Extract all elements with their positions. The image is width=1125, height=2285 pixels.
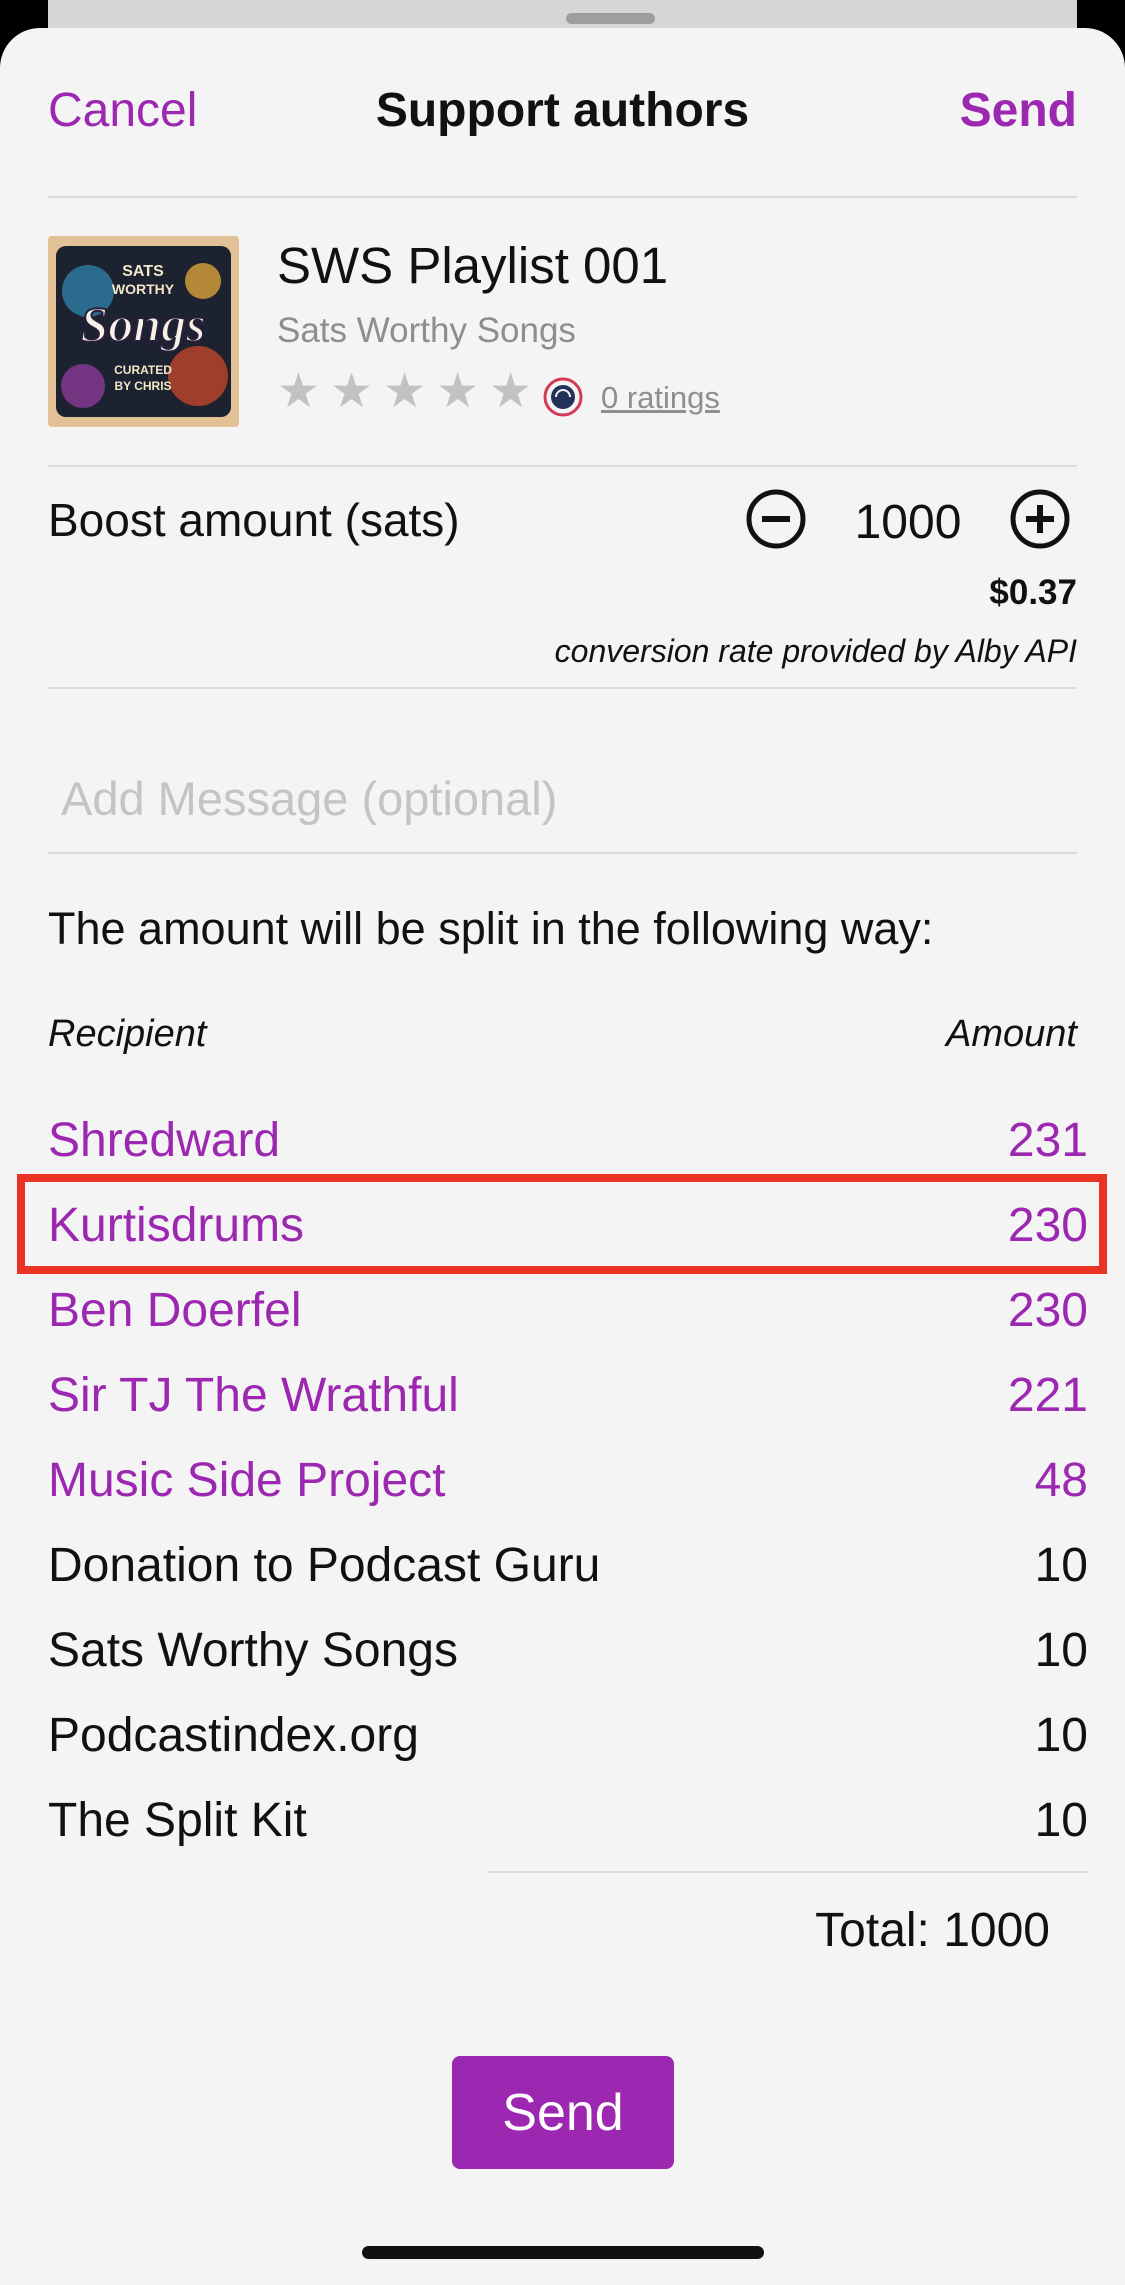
boost-amount-label: Boost amount (sats) [48,494,460,546]
recipient-amount: 231 [1007,1114,1088,1167]
divider [48,465,1077,467]
minus-circle-icon [746,489,806,549]
artwork-text-line1: SATS [122,263,164,280]
split-description: The amount will be split in the followin… [48,903,934,954]
recipient-name[interactable]: Ben Doerfel [48,1283,301,1338]
plus-circle-icon [1010,489,1070,549]
artwork-text-line3: Songs [80,296,205,352]
divider [48,196,1077,198]
recipient-amount: 10 [1034,1539,1088,1592]
star-icon[interactable]: ★ [383,368,426,416]
recipient-name[interactable]: Music Side Project [48,1453,445,1508]
recipient-name: The Split Kit [48,1794,307,1847]
recipient-name[interactable]: Sir TJ The Wrathful [48,1368,459,1423]
podcastindex-icon [543,377,583,417]
divider [48,687,1077,689]
split-row: Donation to Podcast Guru 10 [48,1538,1088,1608]
podcast-title: SWS Playlist 001 [277,237,669,294]
fiat-value: $0.37 [989,573,1077,612]
page-title: Support authors [375,84,750,137]
split-total: Total: 1000 [815,1904,1050,1957]
ratings-link[interactable]: 0 ratings [601,380,720,416]
recipient-name[interactable]: Shredward [48,1113,280,1168]
artwork-image: SATS WORTHY Songs CURATED BY CHRIS [48,236,239,427]
recipient-amount: 48 [1034,1454,1088,1507]
conversion-rate-note: conversion rate provided by Alby API [554,633,1077,669]
split-row: Sats Worthy Songs 10 [48,1623,1088,1693]
sheet-grabber[interactable] [566,13,655,24]
highlight-box [17,1174,1107,1274]
divider [48,852,1077,854]
recipient-name: Podcastindex.org [48,1709,419,1762]
home-indicator[interactable] [362,2246,764,2259]
recipient-amount: 10 [1034,1709,1088,1762]
recipient-amount: 221 [1007,1369,1088,1422]
split-row: The Split Kit 10 [48,1793,1088,1863]
recipient-amount: 230 [1007,1284,1088,1337]
increase-amount-button[interactable] [1009,488,1071,550]
support-authors-sheet: Cancel Support authors Send SATS WORTHY … [0,28,1125,2285]
artwork-text-line2: WORTHY [112,281,175,297]
podcast-author: Sats Worthy Songs [277,311,576,350]
split-row[interactable]: Shredward 231 [48,1113,1088,1183]
split-row[interactable]: Sir TJ The Wrathful 221 [48,1368,1088,1438]
star-icon[interactable]: ★ [436,368,479,416]
split-row[interactable]: Music Side Project 48 [48,1453,1088,1523]
split-row: Podcastindex.org 10 [48,1708,1088,1778]
column-header-amount: Amount [946,1013,1077,1055]
star-icon[interactable]: ★ [277,368,320,416]
star-rating[interactable]: ★ ★ ★ ★ ★ [277,368,532,416]
send-button[interactable]: Send [452,2056,674,2169]
star-icon[interactable]: ★ [330,368,373,416]
podcast-artwork: SATS WORTHY Songs CURATED BY CHRIS [48,236,239,427]
column-header-recipient: Recipient [48,1013,207,1055]
recipient-amount: 10 [1034,1794,1088,1847]
recipient-amount: 10 [1034,1624,1088,1677]
star-icon[interactable]: ★ [489,368,532,416]
split-row[interactable]: Ben Doerfel 230 [48,1283,1088,1353]
artwork-text-line5: BY CHRIS [114,379,171,393]
message-input[interactable] [48,748,1077,848]
recipient-name: Sats Worthy Songs [48,1624,458,1677]
total-divider [488,1871,1088,1873]
boost-amount-value[interactable]: 1000 [808,495,1008,550]
decrease-amount-button[interactable] [745,488,807,550]
recipient-name: Donation to Podcast Guru [48,1539,601,1592]
send-header-button[interactable]: Send [960,83,1077,138]
artwork-text-line4: CURATED [114,363,172,377]
